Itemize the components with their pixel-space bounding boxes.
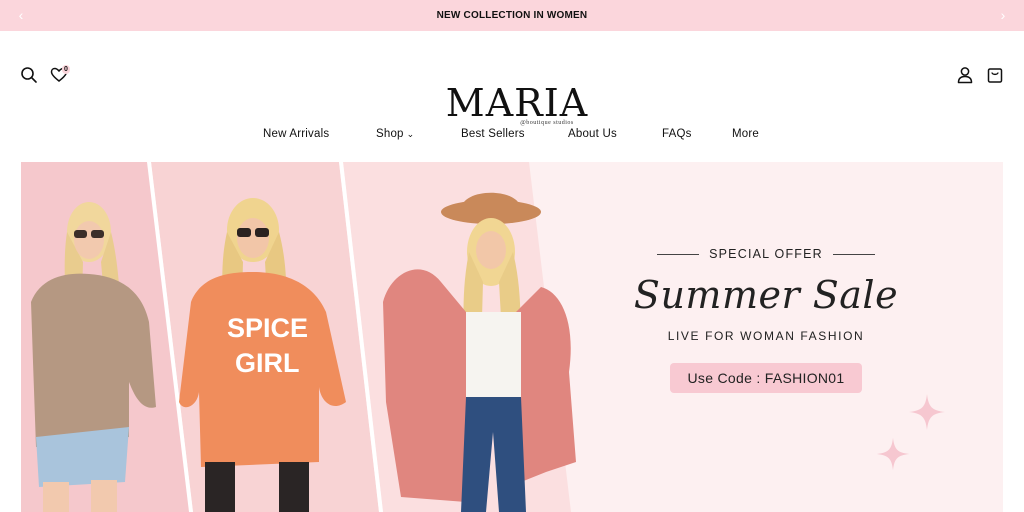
divider-right [832,253,875,255]
nav-best-sellers[interactable]: Best Sellers [461,128,525,140]
chevron-down-icon: ⌄ [406,129,415,139]
site-header: 0 MARIA @boutique studios [0,31,1024,126]
nav-new-arrivals[interactable]: New Arrivals [263,128,329,140]
shirt-text-line2: GIRL [235,348,300,378]
search-icon[interactable] [19,65,39,85]
promo-code-button[interactable]: Use Code : FASHION01 [669,363,863,393]
sparkle-icon-small [876,437,910,471]
nav-faqs[interactable]: FAQs [662,128,692,140]
chevron-left-icon[interactable]: ‹ [12,6,30,24]
hero-models-image: SPICE GIRL [21,162,576,512]
sparkle-icon [909,394,945,430]
announcement-text: NEW COLLECTION IN WOMEN [436,10,588,21]
nav-more[interactable]: More [732,128,759,140]
hero-banner[interactable]: SPICE GIRL SPECIAL OFFER Summer Sale LIV… [21,162,1003,512]
hero-tagline: LIVE FOR WOMAN FASHION [667,329,865,343]
chevron-right-icon[interactable]: › [994,6,1012,24]
shirt-text-line1: SPICE [227,313,308,343]
divider-left [657,253,700,255]
special-offer-block: SPECIAL OFFER Summer Sale LIVE FOR WOMAN… [621,247,911,393]
special-offer-text: SPECIAL OFFER [709,247,823,261]
sale-title: Summer Sale [633,273,899,317]
user-icon[interactable] [955,65,975,85]
brand-logo[interactable]: MARIA @boutique studios [442,82,592,126]
nav-shop[interactable]: Shop ⌄ [376,128,414,140]
main-nav: New Arrivals Shop ⌄ Best Sellers About Us… [0,124,1024,146]
wishlist-count-badge: 0 [62,65,70,74]
special-offer-eyebrow: SPECIAL OFFER [621,247,911,261]
shopping-bag-icon[interactable] [985,65,1005,85]
logo-text: MARIA [445,81,589,125]
nav-shop-label: Shop [376,128,404,140]
nav-about-us[interactable]: About Us [568,128,617,140]
announcement-bar: ‹ NEW COLLECTION IN WOMEN › [0,0,1024,31]
